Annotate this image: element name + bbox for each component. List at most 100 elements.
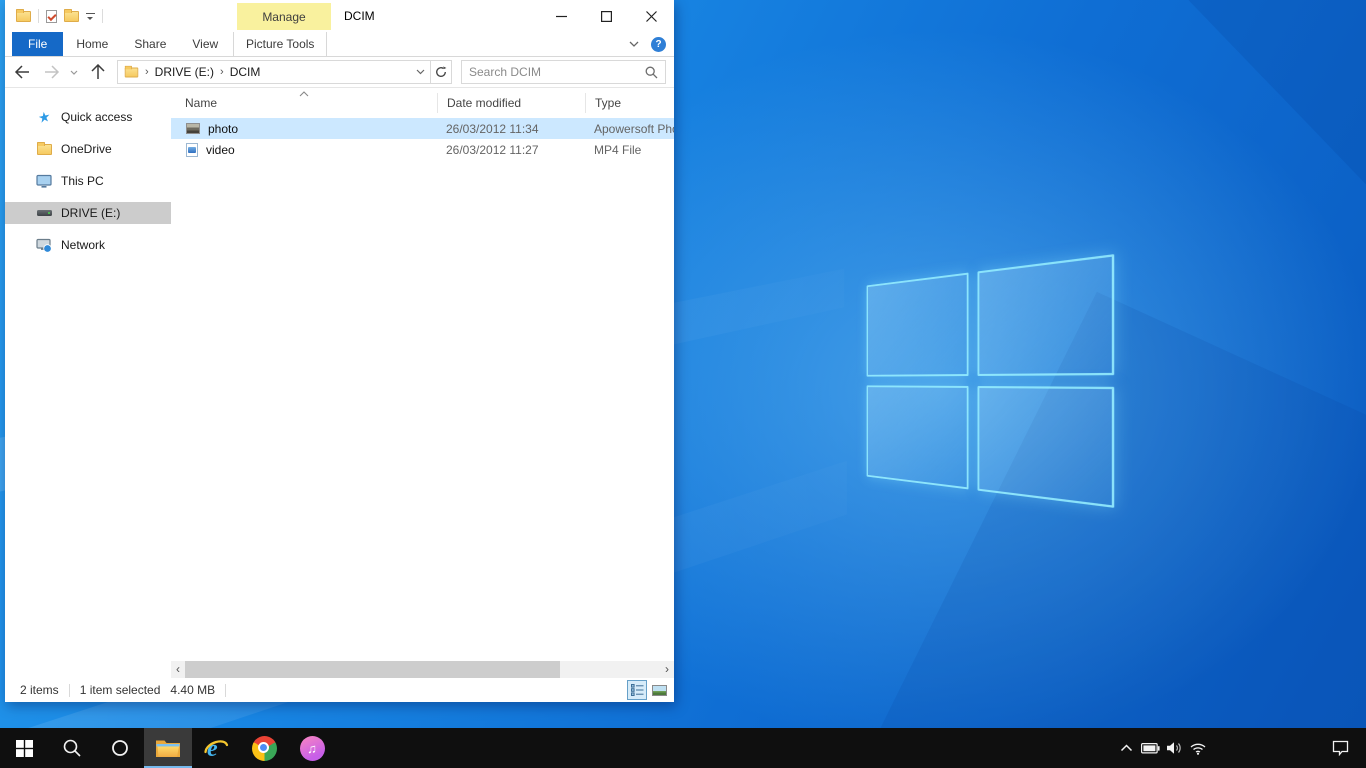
file-row-video[interactable]: video 26/03/2012 11:27 MP4 File xyxy=(171,139,674,160)
breadcrumb-separator: › xyxy=(219,66,225,78)
separator xyxy=(225,684,226,697)
address-dropdown-chevron-icon[interactable] xyxy=(416,69,425,75)
cortana-button[interactable] xyxy=(96,728,144,768)
details-view-icon xyxy=(631,684,644,696)
properties-button[interactable] xyxy=(46,10,57,23)
separator xyxy=(38,9,39,23)
close-button[interactable] xyxy=(629,0,674,32)
tab-view[interactable]: View xyxy=(179,32,231,56)
chevron-down-icon xyxy=(70,70,78,75)
expand-ribbon-chevron-icon[interactable] xyxy=(629,41,639,47)
back-arrow-icon xyxy=(14,65,30,79)
search-input[interactable] xyxy=(469,65,645,79)
ribbon-right-buttons xyxy=(629,32,666,56)
scroll-right-arrow-icon[interactable]: › xyxy=(660,661,674,678)
maximize-button[interactable] xyxy=(584,0,629,32)
speaker-icon xyxy=(1166,741,1183,755)
up-arrow-icon xyxy=(91,64,105,80)
title-bar[interactable]: Manage DCIM xyxy=(5,0,674,32)
sidebar-item-quick-access[interactable]: Quick access xyxy=(5,106,171,128)
sidebar-item-drive-e[interactable]: DRIVE (E:) xyxy=(5,202,171,224)
internet-explorer-icon: e xyxy=(202,734,230,762)
windows-start-icon xyxy=(16,740,33,757)
tab-home[interactable]: Home xyxy=(63,32,121,56)
large-icons-view-button[interactable] xyxy=(649,680,669,700)
desktop: Manage DCIM File Home Share View Picture… xyxy=(0,0,1366,768)
windows-logo-pane xyxy=(978,386,1115,508)
minimize-button[interactable] xyxy=(539,0,584,32)
tab-picture-tools[interactable]: Picture Tools xyxy=(233,32,327,56)
start-button[interactable] xyxy=(0,728,48,768)
large-icons-view-icon xyxy=(652,685,667,696)
status-bar: 2 items 1 item selected 4.40 MB xyxy=(5,678,674,702)
help-icon[interactable] xyxy=(651,37,666,52)
sidebar-item-onedrive[interactable]: OneDrive xyxy=(5,138,171,160)
chrome-button[interactable] xyxy=(240,728,288,768)
windows-logo-pane xyxy=(978,254,1115,376)
scroll-left-arrow-icon[interactable]: ‹ xyxy=(171,661,185,678)
itunes-icon xyxy=(300,736,325,761)
maximize-icon xyxy=(601,11,612,22)
scrollbar-track[interactable] xyxy=(185,661,660,678)
battery-tray-button[interactable] xyxy=(1138,728,1162,768)
address-bar[interactable]: › DRIVE (E:) › DCIM xyxy=(117,60,431,84)
search-icon xyxy=(62,738,82,758)
column-headers: Name Date modified Type xyxy=(171,88,674,118)
view-toggles xyxy=(627,680,669,700)
up-button[interactable] xyxy=(83,57,113,88)
tab-share[interactable]: Share xyxy=(121,32,179,56)
file-explorer-icon xyxy=(16,11,31,22)
chevron-up-icon xyxy=(1120,744,1133,752)
refresh-icon xyxy=(435,66,447,78)
magnifier-icon[interactable] xyxy=(645,66,658,79)
itunes-button[interactable] xyxy=(288,728,336,768)
taskbar-search-button[interactable] xyxy=(48,728,96,768)
refresh-button[interactable] xyxy=(431,60,452,84)
separator xyxy=(102,9,103,23)
window-title: DCIM xyxy=(344,0,375,32)
system-tray xyxy=(1114,728,1366,768)
sidebar-item-label: Network xyxy=(61,238,105,252)
column-header-date-modified[interactable]: Date modified xyxy=(437,93,585,113)
file-row-photo[interactable]: photo 26/03/2012 11:34 Apowersoft Pho xyxy=(171,118,674,139)
taskbar-file-explorer-button[interactable] xyxy=(144,728,192,768)
scrollbar-thumb[interactable] xyxy=(185,661,560,678)
sidebar-item-label: Quick access xyxy=(61,110,132,124)
windows-logo-wallpaper xyxy=(867,254,1115,508)
monitor-icon xyxy=(36,173,52,189)
forward-arrow-icon xyxy=(44,65,60,79)
window-body: Quick access OneDrive This PC xyxy=(5,88,674,678)
quick-access-toolbar xyxy=(5,9,103,23)
sidebar-item-label: DRIVE (E:) xyxy=(61,206,120,220)
items-count: 2 items xyxy=(20,683,59,697)
recent-locations-button[interactable] xyxy=(65,57,83,88)
back-button[interactable] xyxy=(5,57,39,88)
column-header-type[interactable]: Type xyxy=(585,93,674,113)
breadcrumb-separator: › xyxy=(144,66,150,78)
tab-file[interactable]: File xyxy=(12,32,63,56)
sidebar-item-this-pc[interactable]: This PC xyxy=(5,170,171,192)
volume-tray-button[interactable] xyxy=(1162,728,1186,768)
windows-logo-pane xyxy=(867,385,969,489)
file-explorer-window: Manage DCIM File Home Share View Picture… xyxy=(5,0,674,702)
photo-thumbnail-icon xyxy=(186,123,200,134)
file-date-cell: 26/03/2012 11:27 xyxy=(437,143,585,157)
breadcrumb-dcim[interactable]: DCIM xyxy=(230,65,261,79)
search-box[interactable] xyxy=(461,60,666,84)
sidebar-item-label: OneDrive xyxy=(61,142,112,156)
cortana-circle-icon xyxy=(111,739,129,757)
sidebar-item-network[interactable]: Network xyxy=(5,234,171,256)
customize-quick-access-button[interactable] xyxy=(86,13,95,21)
selection-count: 1 item selected xyxy=(80,683,161,697)
details-view-button[interactable] xyxy=(627,680,647,700)
separator xyxy=(69,684,70,697)
horizontal-scrollbar[interactable]: ‹ › xyxy=(171,661,674,678)
forward-button[interactable] xyxy=(39,57,65,88)
sort-ascending-icon xyxy=(299,86,309,100)
internet-explorer-button[interactable]: e xyxy=(192,728,240,768)
breadcrumb-drive[interactable]: DRIVE (E:) xyxy=(155,65,214,79)
action-center-button[interactable] xyxy=(1316,728,1364,768)
wifi-tray-button[interactable] xyxy=(1186,728,1210,768)
new-folder-button[interactable] xyxy=(64,11,79,22)
show-hidden-icons-button[interactable] xyxy=(1114,728,1138,768)
